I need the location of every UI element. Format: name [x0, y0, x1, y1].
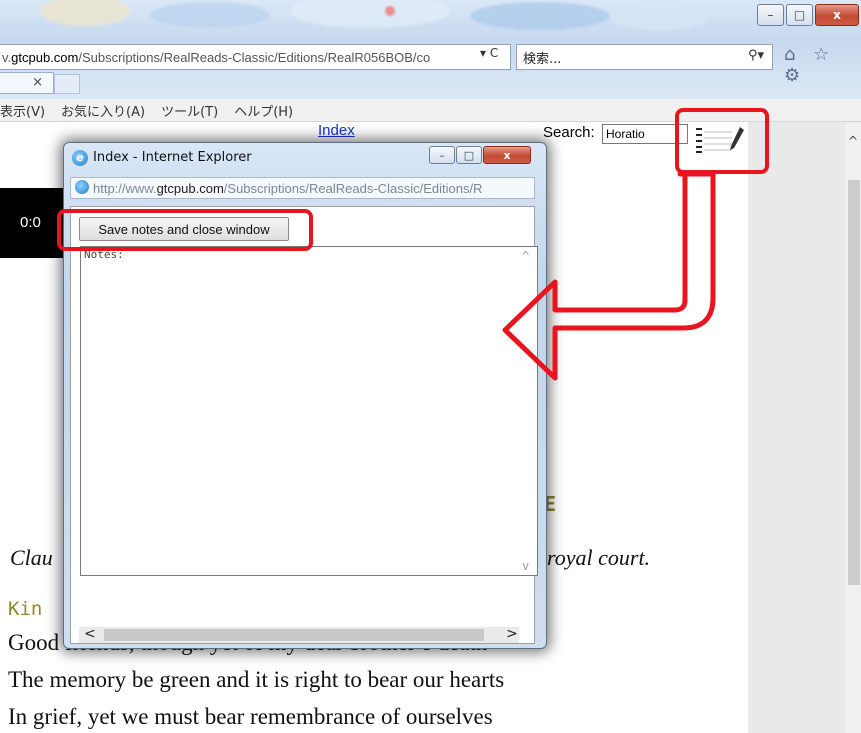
internet-explorer-icon: e — [72, 150, 88, 166]
address-url-path: /Subscriptions/RealReads-Classic/Edition… — [78, 49, 431, 65]
horizontal-scroll-thumb[interactable] — [104, 629, 484, 641]
browser-chrome: – □ x v. gtcpub.com/Subscriptions/RealRea… — [0, 0, 861, 100]
new-tab-button[interactable] — [54, 74, 80, 94]
menu-tools[interactable]: ツール(T) — [161, 101, 218, 120]
address-url-host: gtcpub.com — [11, 49, 79, 65]
popup-horizontal-scrollbar[interactable]: < > — [79, 626, 519, 643]
browser-tab[interactable]: × — [0, 72, 54, 94]
stage-direction-start: Clau — [10, 545, 53, 570]
address-bar[interactable]: v. gtcpub.com/Subscriptions/RealReads-Cla… — [0, 44, 511, 70]
menu-view[interactable]: 表示(V) — [0, 101, 45, 120]
popup-maximize-button[interactable]: □ — [456, 146, 482, 164]
toolbar-icons[interactable]: ⌂ ☆ ⚙ — [784, 44, 861, 86]
verse-line: The memory be green and it is right to b… — [8, 667, 505, 692]
verse-line: In grief, yet we must bear remembrance o… — [8, 704, 493, 729]
scroll-up-icon[interactable]: ^ — [845, 134, 861, 150]
title-bar-background — [0, 0, 861, 38]
search-icon[interactable]: ⚲▾ — [748, 48, 764, 63]
menu-favorites[interactable]: お気に入り(A) — [61, 101, 145, 120]
tab-close-icon[interactable]: × — [32, 75, 43, 90]
popup-content: Save notes and close window Notes: ^ v <… — [70, 206, 538, 644]
popup-minimize-button[interactable]: – — [429, 146, 455, 164]
stage-direction-end: royal court. — [547, 545, 651, 570]
refresh-dropdown-icon[interactable]: ▾ C — [480, 46, 498, 60]
window-close-button[interactable]: x — [815, 4, 859, 26]
page-favicon-icon — [75, 180, 89, 194]
speaker-name: Kin — [8, 598, 43, 620]
window-minimize-button[interactable]: – — [757, 4, 784, 26]
scroll-right-icon[interactable]: > — [506, 626, 518, 642]
popup-url-host: gtcpub.com — [156, 180, 224, 196]
browser-search-placeholder: 検索... — [523, 51, 562, 67]
popup-url-prefix: http://www. — [93, 180, 157, 196]
browser-search-input[interactable]: 検索... ⚲▾ — [516, 44, 773, 70]
notes-scroll-down-icon[interactable]: v — [522, 559, 529, 573]
page-scrollbar-thumb[interactable] — [848, 180, 860, 585]
callout-arrow — [502, 171, 716, 381]
window-maximize-button[interactable]: □ — [786, 4, 813, 26]
popup-url-path: /Subscriptions/RealReads-Classic/Edition… — [223, 180, 483, 196]
scroll-left-icon[interactable]: < — [84, 626, 96, 642]
notes-textarea[interactable]: Notes: ^ v — [80, 246, 538, 576]
index-link[interactable]: Index — [318, 122, 355, 139]
page-side-column — [748, 122, 845, 733]
popup-title: Index - Internet Explorer — [93, 150, 252, 165]
menu-help[interactable]: ヘルプ(H) — [234, 101, 293, 120]
search-label: Search: — [543, 124, 595, 141]
popup-address-bar[interactable]: http://www. gtcpub.com/Subscriptions/Real… — [70, 177, 535, 199]
save-button-highlight — [57, 209, 313, 251]
address-url-prefix: v. — [2, 49, 12, 65]
